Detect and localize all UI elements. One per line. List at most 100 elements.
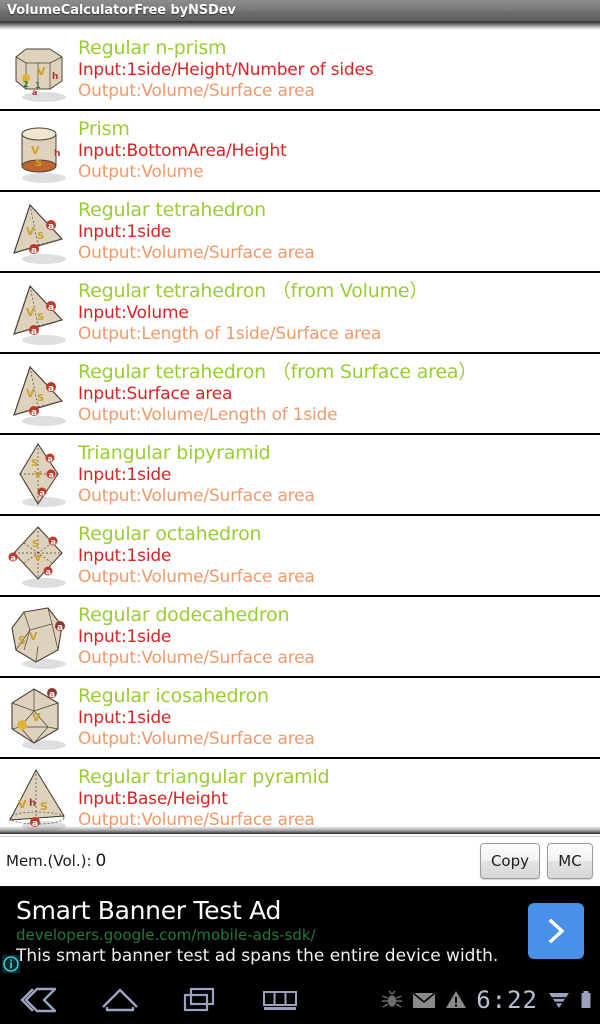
- svg-text:a: a: [57, 623, 63, 633]
- svg-text:a: a: [49, 470, 54, 479]
- tetrahedron-shape-icon: VSa a: [0, 355, 78, 433]
- nav-home-button[interactable]: [80, 975, 160, 1024]
- svg-text:a: a: [31, 327, 37, 337]
- list-item-title: Regular n-prism: [78, 37, 227, 59]
- svg-text:S: S: [37, 393, 44, 404]
- list-item-input: Input:1side/Height/Number of sides: [78, 60, 374, 80]
- ad-url: developers.google.com/mobile-ads-sdk/: [16, 925, 316, 944]
- list-item-text: Triangular bipyramid Input:1side Output:Vo…: [78, 442, 600, 507]
- svg-text:a: a: [49, 690, 55, 700]
- list-item[interactable]: V Sa a Regular tetrahedron （from Volume） Inp…: [0, 273, 600, 354]
- list-item-output: Output:Volume: [78, 162, 204, 182]
- svg-text:V: V: [34, 470, 42, 481]
- list-item-title: Regular octahedron: [78, 523, 262, 545]
- ad-cta-button[interactable]: [528, 903, 584, 959]
- triangular-pyramid-shape-icon: VhSa: [0, 760, 78, 835]
- bipyramid-shape-icon: SVaaa: [0, 436, 78, 514]
- list-item-text: Regular tetrahedron Input:1side Output:Vol…: [78, 199, 600, 264]
- memory-value: 0: [95, 850, 107, 871]
- nav-menu-button[interactable]: [240, 975, 320, 1024]
- list-item-output: Output:Volume/Surface area: [78, 648, 315, 668]
- svg-text:S: S: [35, 158, 42, 169]
- app-screen: VolumeCalculatorFree byNSDev Vh 2 1 a Regula…: [0, 0, 600, 1024]
- svg-text:V: V: [34, 553, 42, 564]
- svg-text:a: a: [32, 88, 37, 97]
- list-item-title: Regular triangular pyramid: [78, 766, 330, 788]
- octahedron-shape-icon: SVa a a: [0, 517, 78, 595]
- svg-text:V: V: [29, 630, 38, 643]
- status-clock: 6:22: [476, 985, 538, 1014]
- svg-text:a: a: [31, 246, 37, 256]
- status-icons: 6:22: [381, 986, 600, 1014]
- mc-button[interactable]: MC: [547, 842, 593, 879]
- svg-text:a: a: [40, 488, 45, 497]
- ad-info-icon[interactable]: [2, 955, 20, 973]
- list-item-input: Input:1side: [78, 708, 172, 728]
- ad-description: This smart banner test ad spans the enti…: [16, 945, 499, 966]
- prism-shape-icon: VSh: [0, 112, 78, 190]
- list-item-input: Input:1side: [78, 465, 172, 485]
- copy-button[interactable]: Copy: [479, 842, 540, 879]
- list-item-text: Regular octahedron Input:1side Output:Volu…: [78, 523, 600, 588]
- list-item-input: Input:Base/Height: [78, 789, 228, 809]
- svg-text:S: S: [32, 539, 39, 550]
- list-item[interactable]: Vh Sa Regular triangular pyramid Input:Base…: [0, 759, 600, 834]
- app-title: VolumeCalculatorFree byNSDev: [7, 3, 236, 18]
- svg-text:h: h: [29, 798, 36, 809]
- svg-text:2: 2: [23, 80, 29, 89]
- svg-text:a: a: [48, 384, 54, 394]
- list-item-title: Regular dodecahedron: [78, 604, 290, 626]
- svg-text:a: a: [32, 819, 38, 829]
- n-prism-shape-icon: Vh21a: [0, 31, 78, 109]
- list-item-text: Regular tetrahedron （from Volume） Input:V…: [78, 280, 600, 345]
- list-item-title: Regular tetrahedron （from Volume）: [78, 280, 429, 302]
- svg-text:a: a: [48, 303, 54, 313]
- list-item-input: Input:BottomArea/Height: [78, 141, 287, 161]
- svg-text:a: a: [46, 567, 51, 576]
- icosahedron-shape-icon: Va: [0, 679, 78, 757]
- list-item-output: Output:Volume/Length of 1side: [78, 405, 338, 425]
- ad-headline: Smart Banner Test Ad: [16, 895, 282, 925]
- android-debug-bug-icon: [382, 990, 403, 1008]
- list-item-title: Regular tetrahedron: [78, 199, 267, 221]
- list-item-text: Regular n-prism Input:1side/Height/Number…: [78, 37, 600, 102]
- list-item-input: Input:1side: [78, 627, 172, 647]
- list-item[interactable]: V Sa a Regular tetrahedron Input:1side Output…: [0, 192, 600, 273]
- list-item-input: Input:1side: [78, 222, 172, 242]
- svg-text:V: V: [31, 144, 40, 157]
- list-item-title: Regular icosahedron: [78, 685, 269, 707]
- back-icon: [20, 987, 57, 1012]
- list-item-output: Output:Length of 1side/Surface area: [78, 324, 382, 344]
- menu-grid-icon: [263, 990, 297, 1010]
- list-item-input: Input:Volume: [78, 303, 189, 323]
- tetrahedron-shape-icon: VSa a: [0, 274, 78, 352]
- home-icon: [102, 988, 138, 1011]
- chevron-right-icon: [548, 918, 565, 944]
- svg-text:S: S: [37, 312, 44, 323]
- list-item-input: Input:1side: [78, 546, 172, 566]
- list-item[interactable]: S Va Regular dodecahedron Input:1side Output…: [0, 597, 600, 678]
- nav-back-button[interactable]: [0, 975, 80, 1024]
- list-item[interactable]: V Sa a Regular tetrahedron （from Surface ar…: [0, 354, 600, 435]
- list-item-title: Prism: [78, 118, 130, 140]
- list-item[interactable]: Vh 2 1 a Regular n-prism Input:1side/Height/N…: [0, 30, 600, 111]
- list-item-title: Regular tetrahedron （from Surface area）: [78, 361, 478, 383]
- list-item-output: Output:Volume/Surface area: [78, 567, 315, 587]
- svg-text:a: a: [48, 222, 54, 232]
- list-item[interactable]: S Va a a Triangular bipyramid Input:1side Outp…: [0, 435, 600, 516]
- dodecahedron-shape-icon: SVa: [0, 598, 78, 676]
- list-item-output: Output:Volume/Surface area: [78, 81, 315, 101]
- svg-text:a: a: [51, 537, 56, 546]
- list-item[interactable]: S Va a a Regular octahedron Input:1side Output…: [0, 516, 600, 597]
- list-item-output: Output:Volume/Surface area: [78, 810, 315, 830]
- svg-text:V: V: [32, 711, 41, 724]
- title-bar: VolumeCalculatorFree byNSDev: [0, 0, 600, 22]
- warning-triangle-icon: [446, 990, 467, 1008]
- svg-text:V: V: [26, 387, 35, 400]
- list-item[interactable]: Va Regular icosahedron Input:1side Output:V…: [0, 678, 600, 759]
- list-item[interactable]: V Sh Prism Input:BottomArea/Height Output:Vo…: [0, 111, 600, 192]
- nav-recents-button[interactable]: [160, 975, 240, 1024]
- ad-banner[interactable]: Smart Banner Test Ad developers.google.c…: [0, 886, 600, 975]
- shape-list[interactable]: Vh 2 1 a Regular n-prism Input:1side/Height/N…: [0, 30, 600, 834]
- list-item-output: Output:Volume/Surface area: [78, 729, 315, 749]
